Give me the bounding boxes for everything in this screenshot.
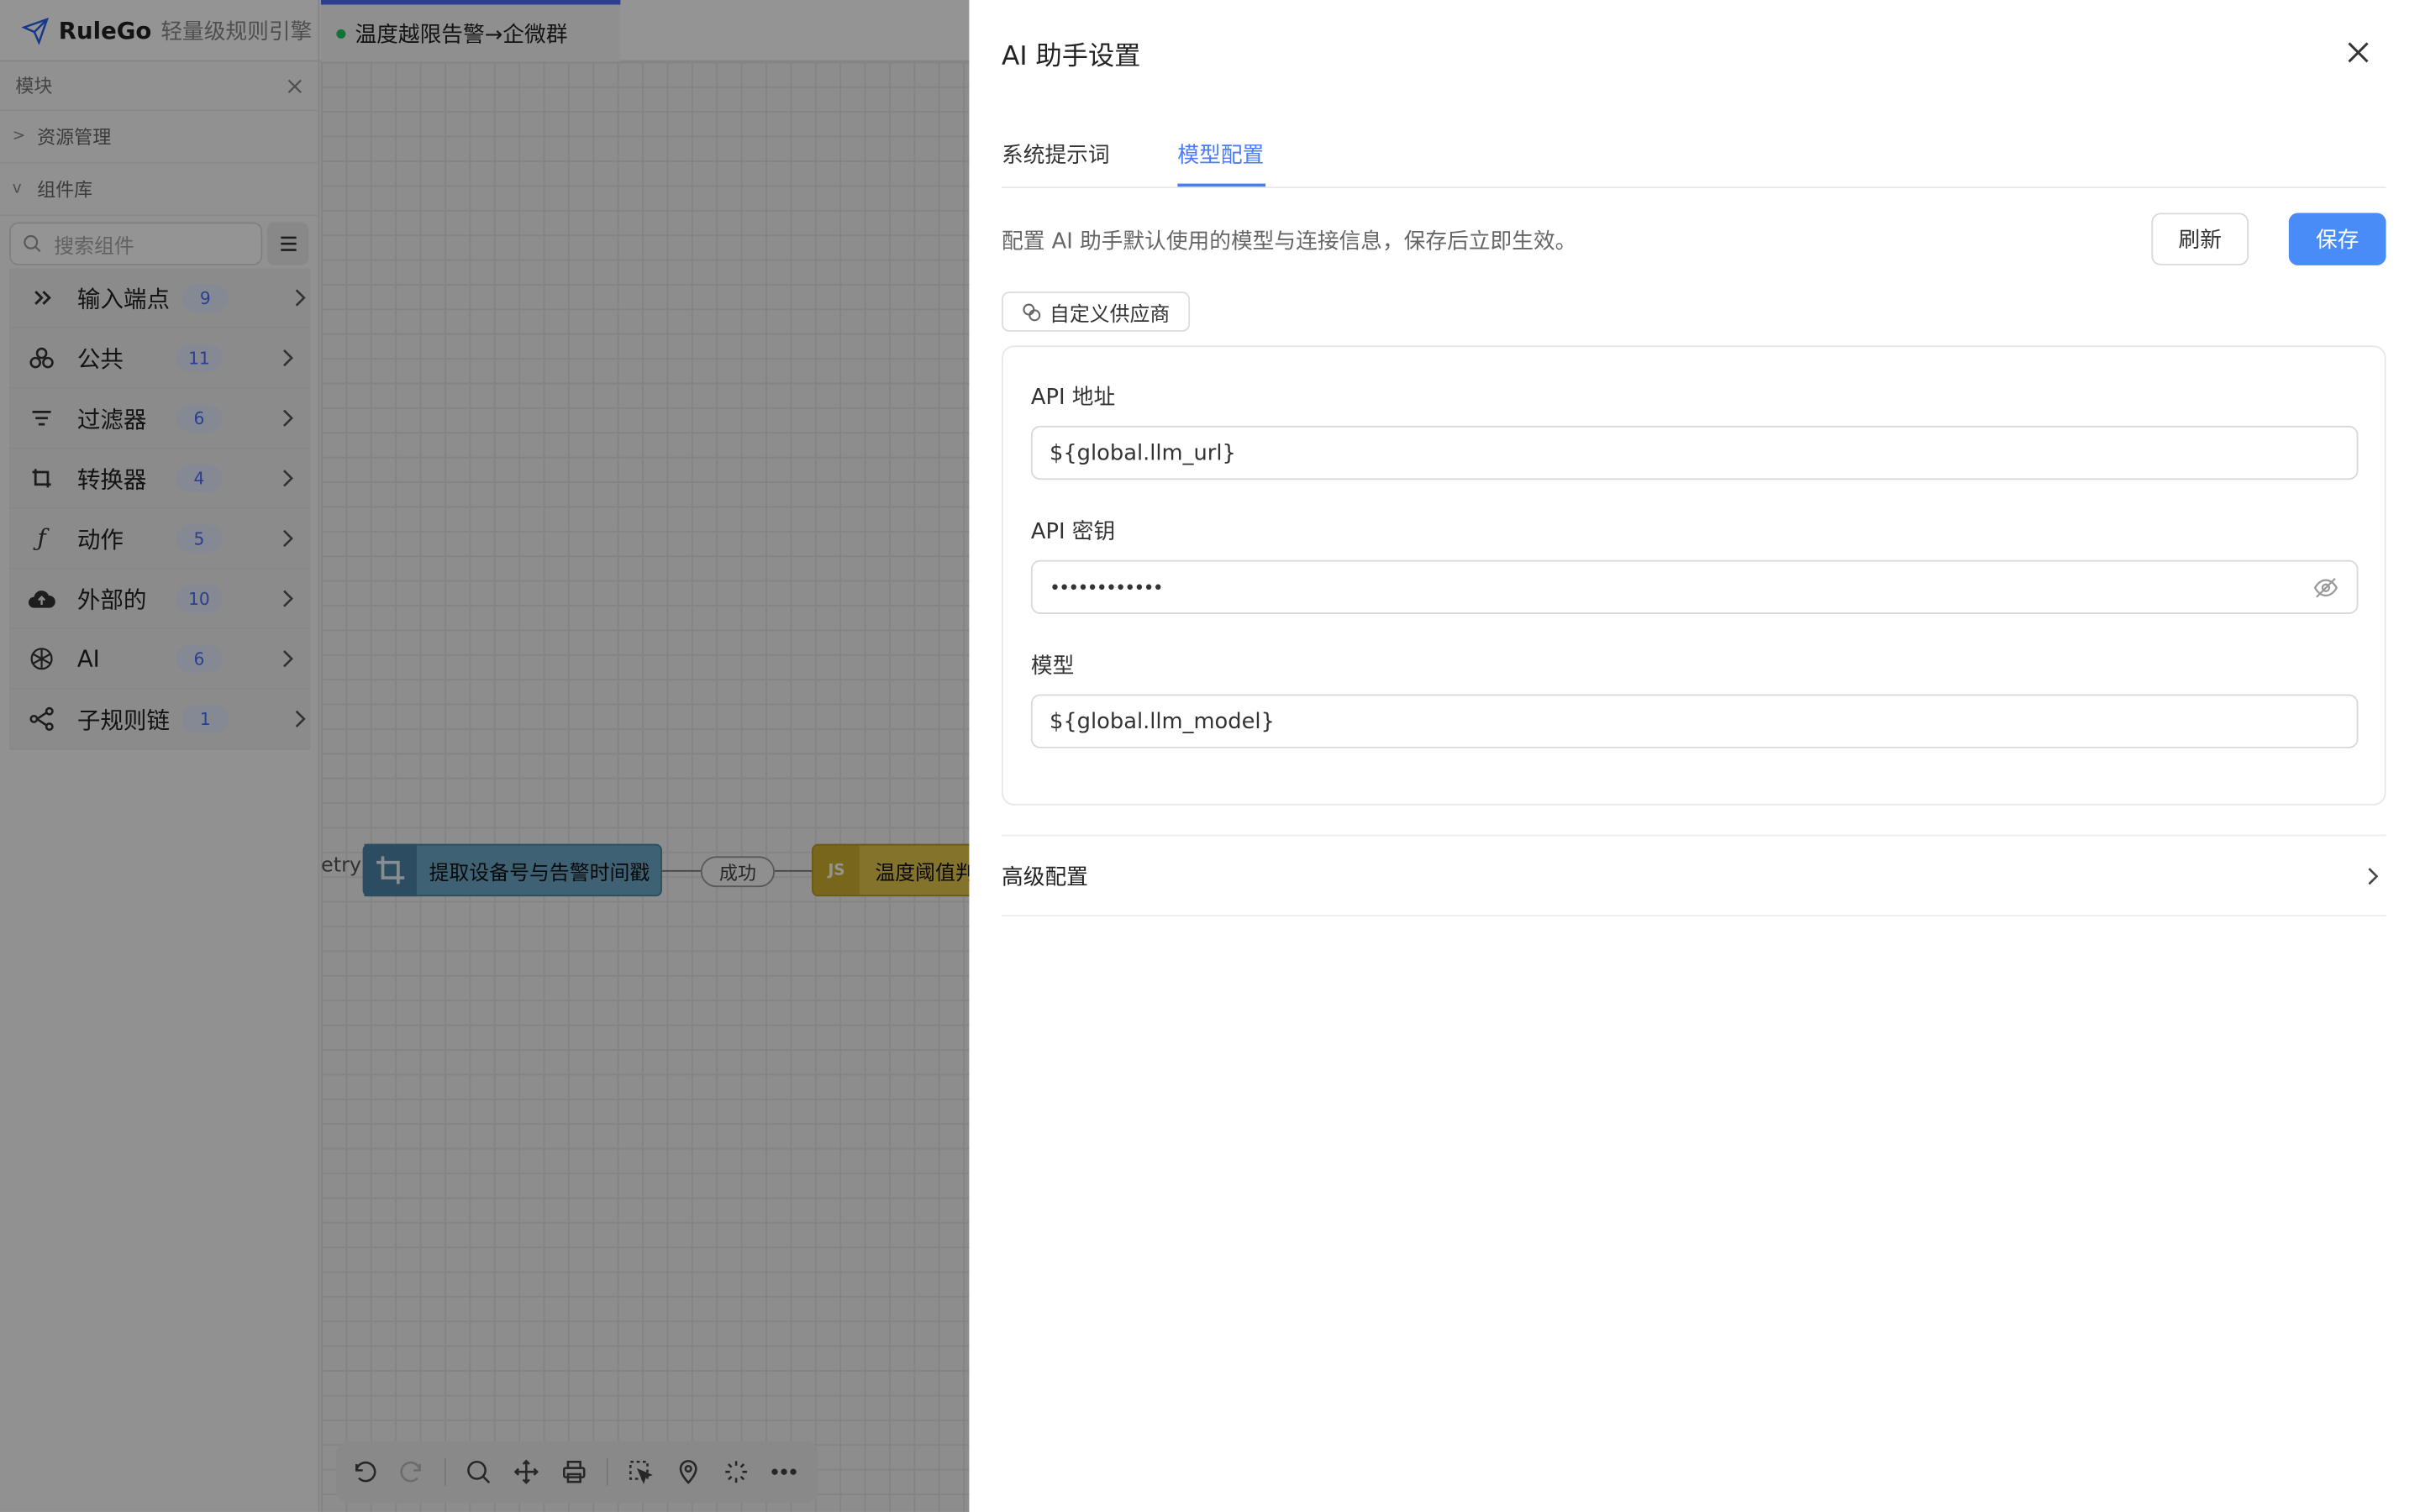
model-config-card: API 地址 ${global.llm_url} API 密钥 ••••••••… [1002,345,2386,806]
api-url-label: API 地址 [1030,386,1116,411]
save-button[interactable]: 保存 [2288,213,2386,265]
custom-provider-label: 自定义供应商 [1049,302,1171,327]
drawer-title: AI 助手设置 [1002,41,1141,73]
drawer-tabs: 系统提示词 模型配置 [1002,127,2386,189]
modal-backdrop[interactable] [0,0,970,1512]
api-key-value: •••••••••••• [1049,576,1164,598]
drawer-description: 配置 AI 助手默认使用的模型与连接信息，保存后立即生效。 [1002,229,1577,255]
close-icon[interactable] [2343,37,2374,68]
refresh-button[interactable]: 刷新 [2151,213,2249,265]
tab-system-prompt[interactable]: 系统提示词 [1002,139,1110,170]
api-url-input[interactable]: ${global.llm_url} [1030,425,2359,480]
chevron-right-icon [2368,868,2379,885]
active-tab-indicator [1177,183,1266,187]
eye-off-icon[interactable] [2313,577,2338,599]
api-key-input[interactable]: •••••••••••• [1030,559,2359,615]
advanced-config-label: 高级配置 [1002,864,1088,890]
tab-model-config[interactable]: 模型配置 [1177,139,1264,170]
advanced-config-row[interactable]: 高级配置 [1002,834,2386,916]
model-value: ${global.llm_model} [1049,708,1275,734]
model-label: 模型 [1030,654,1075,680]
link-icon [1023,302,1041,321]
model-input[interactable]: ${global.llm_model} [1030,694,2359,748]
app-root: RuleGo 轻量级规则引擎 温度越限告警→企微群 模块 > 资源管理 v 组件… [0,0,2420,1512]
api-url-value: ${global.llm_url} [1049,440,1236,465]
api-key-label: API 密钥 [1030,519,1116,545]
ai-settings-drawer: AI 助手设置 系统提示词 模型配置 配置 AI 助手默认使用的模型与连接信息，… [969,0,2420,1512]
custom-provider-chip[interactable]: 自定义供应商 [1002,291,1191,332]
